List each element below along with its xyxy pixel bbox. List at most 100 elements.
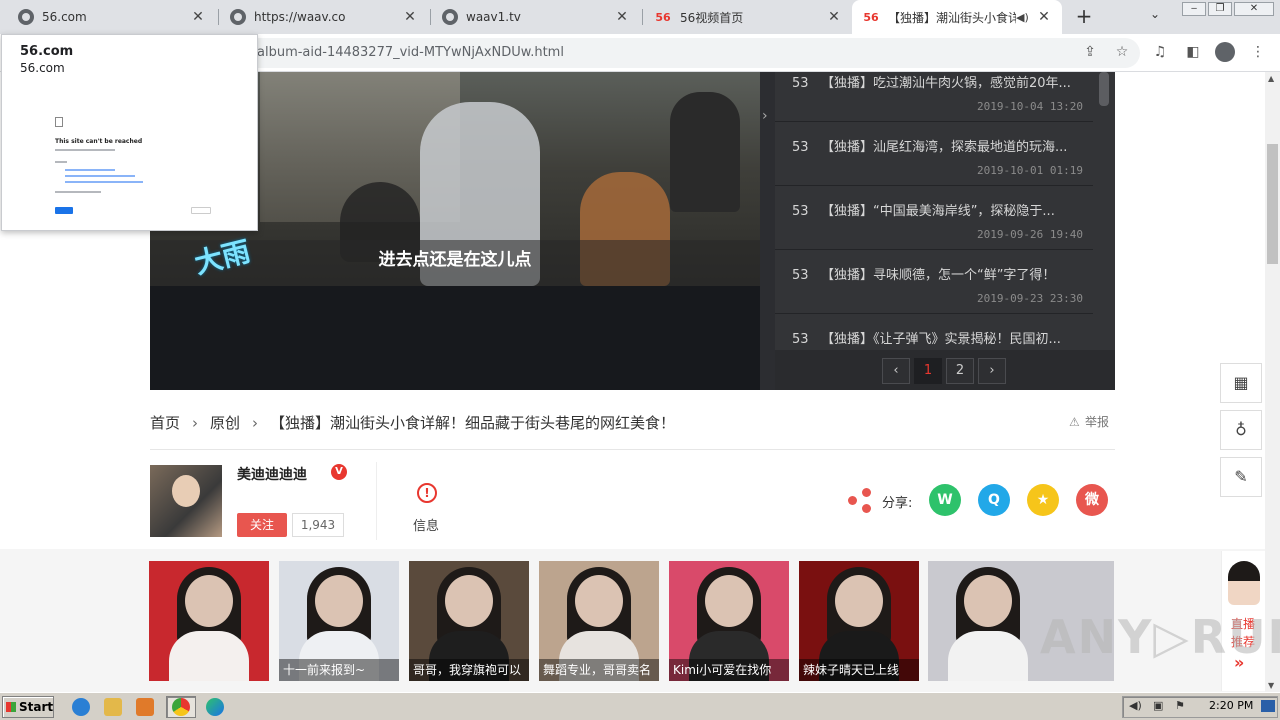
url-text[interactable]: album-aid-14483277_vid-MTYwNjAxNDUw.html bbox=[257, 45, 564, 60]
edge-icon[interactable] bbox=[206, 698, 224, 716]
uploader-name[interactable]: 美迪迪迪迪 bbox=[237, 464, 307, 484]
network-icon[interactable]: ▣ bbox=[1153, 699, 1163, 712]
page-scrollbar[interactable]: ▲ ▼ bbox=[1265, 72, 1280, 692]
menu-kebab-icon[interactable]: ⋮ bbox=[1248, 42, 1268, 62]
edit-button[interactable]: ✎ bbox=[1220, 457, 1262, 497]
thumbnail-caption: Kimi小可爱在找你 bbox=[669, 659, 789, 681]
recommend-thumbnail[interactable]: Kimi小可爱在找你 bbox=[669, 561, 789, 681]
playlist-item[interactable]: 53 【独播】吃过潮汕牛肉火锅，感觉前20年... 2019-10-04 13:… bbox=[775, 72, 1093, 122]
qzone-share-icon[interactable]: ★ bbox=[1027, 484, 1059, 516]
uploader-avatar[interactable] bbox=[150, 465, 222, 537]
tab-active-video[interactable]: 56 【独播】潮汕街头小食详解 ◀) ✕ bbox=[852, 0, 1062, 34]
speaker-icon[interactable]: ◀) bbox=[1016, 11, 1030, 24]
profile-avatar-icon[interactable] bbox=[1215, 42, 1235, 62]
preview-line bbox=[65, 175, 135, 177]
flag-icon[interactable]: ⚑ bbox=[1175, 699, 1185, 712]
window-close-icon[interactable]: ✕ bbox=[1234, 2, 1274, 16]
recommend-thumbnail[interactable]: 十一前来报到~ bbox=[279, 561, 399, 681]
close-icon[interactable]: ✕ bbox=[826, 9, 842, 25]
warning-icon: ⚠ bbox=[1069, 415, 1080, 429]
tab-title: 56.com bbox=[42, 10, 87, 24]
close-icon[interactable]: ✕ bbox=[190, 9, 206, 25]
playlist-item[interactable]: 53 【独播】“中国最美海岸线”，探秘隐于... 2019-09-26 19:4… bbox=[775, 186, 1093, 250]
playlist-item-date: 2019-10-01 01:19 bbox=[977, 164, 1083, 177]
page-2-button[interactable]: 2 bbox=[946, 358, 974, 384]
thumb-face bbox=[705, 575, 753, 627]
breadcrumb-category[interactable]: 原创 bbox=[210, 414, 240, 432]
info-alert-icon[interactable]: ! bbox=[417, 483, 437, 503]
preview-title: 56.com bbox=[20, 44, 74, 59]
share-icon bbox=[848, 488, 872, 513]
scroll-down-icon[interactable]: ▼ bbox=[1268, 681, 1274, 690]
thumb-face bbox=[185, 575, 233, 627]
share-label: 分享: bbox=[882, 496, 913, 511]
ie-icon[interactable] bbox=[72, 698, 90, 716]
tab-title: 【独播】潮汕街头小食详解 bbox=[888, 10, 1016, 25]
prev-page-button[interactable]: ‹ bbox=[882, 358, 910, 384]
close-icon[interactable]: ✕ bbox=[614, 9, 630, 25]
thumb-face bbox=[964, 575, 1012, 627]
tab-search-chevron-icon[interactable]: ⌄ bbox=[1150, 7, 1160, 21]
tab-56-home[interactable]: 56 56视频首页 ✕ bbox=[644, 0, 852, 34]
breadcrumb-home[interactable]: 首页 bbox=[150, 414, 180, 432]
wechat-share-icon[interactable]: W bbox=[929, 484, 961, 516]
globe-icon bbox=[442, 9, 458, 25]
scrollbar-thumb[interactable] bbox=[1267, 144, 1278, 264]
playlist-item-title: 53 【独播】汕尾红海湾，探索最地道的玩海... bbox=[792, 140, 1068, 155]
follow-button[interactable]: 关注 bbox=[237, 513, 287, 537]
close-icon[interactable]: ✕ bbox=[1036, 9, 1052, 25]
close-icon[interactable]: ✕ bbox=[402, 9, 418, 25]
thumbnail-caption: 辣妹子晴天已上线 bbox=[799, 659, 919, 681]
qq-share-icon[interactable]: Q bbox=[978, 484, 1010, 516]
share-page-icon[interactable]: ⇪ bbox=[1080, 42, 1100, 62]
playlist-scrollbar[interactable] bbox=[1099, 72, 1109, 106]
next-page-button[interactable]: › bbox=[978, 358, 1006, 384]
scene-person bbox=[670, 92, 740, 212]
side-panel-icon[interactable]: ◧ bbox=[1183, 42, 1203, 62]
bookmark-star-icon[interactable]: ☆ bbox=[1112, 42, 1132, 62]
playlist-toggle[interactable]: › bbox=[760, 72, 775, 390]
recommend-thumbnail[interactable]: 哥哥，我穿旗袍可以 bbox=[409, 561, 529, 681]
chevron-right-icon: › bbox=[192, 414, 199, 432]
tab-56com[interactable]: 56.com ✕ bbox=[8, 0, 216, 34]
breadcrumb: 首页 › 原创 › 【独播】潮汕街头小食详解！细品藏于街头巷尾的网红美食！ bbox=[150, 412, 683, 433]
playlist-item-date: 2019-10-04 13:20 bbox=[977, 100, 1083, 113]
minimize-icon[interactable]: ‒ bbox=[1182, 2, 1206, 16]
scroll-up-icon[interactable]: ▲ bbox=[1268, 74, 1274, 83]
thumb-face bbox=[575, 575, 623, 627]
playlist-item[interactable]: 53 【独播】汕尾红海湾，探索最地道的玩海... 2019-10-01 01:1… bbox=[775, 122, 1093, 186]
preview-line bbox=[55, 149, 115, 151]
tab-waav[interactable]: https://waav.co ✕ bbox=[220, 0, 428, 34]
new-tab-button[interactable]: + bbox=[1072, 5, 1096, 29]
recommend-thumbnail[interactable] bbox=[149, 561, 269, 681]
preview-subtitle: 56.com bbox=[20, 61, 65, 75]
recommend-thumbnail[interactable]: 舞蹈专业，哥哥卖名 bbox=[539, 561, 659, 681]
restore-icon[interactable]: ❐ bbox=[1208, 2, 1232, 16]
media-player-icon[interactable] bbox=[136, 698, 154, 716]
recommend-thumbnail[interactable]: 辣妹子晴天已上线 bbox=[799, 561, 919, 681]
explorer-folder-icon[interactable] bbox=[104, 698, 122, 716]
live-avatar bbox=[1228, 561, 1260, 605]
thumbnail-caption: 哥哥，我穿旗袍可以 bbox=[409, 659, 529, 681]
report-button[interactable]: ⚠ 举报 bbox=[1069, 413, 1109, 430]
thumb-face bbox=[445, 575, 493, 627]
volume-icon[interactable]: ◀) bbox=[1129, 699, 1142, 712]
idea-button[interactable]: ♁ bbox=[1220, 410, 1262, 450]
start-button[interactable]: Start bbox=[2, 696, 54, 718]
media-control-icon[interactable]: ♫ bbox=[1150, 42, 1170, 62]
info-label[interactable]: 信息 bbox=[413, 515, 439, 534]
show-desktop-icon[interactable] bbox=[1261, 700, 1275, 712]
playlist-item-date: 2019-09-26 19:40 bbox=[977, 228, 1083, 241]
page-1-button[interactable]: 1 bbox=[914, 358, 942, 384]
qrcode-button[interactable]: ▦ bbox=[1220, 363, 1262, 403]
playlist-panel: 53 【独播】吃过潮汕牛肉火锅，感觉前20年... 2019-10-04 13:… bbox=[775, 72, 1115, 390]
tab-strip: 56.com ✕ https://waav.co ✕ waav1.tv ✕ 56… bbox=[0, 0, 1280, 34]
preview-line bbox=[65, 169, 115, 171]
tab-waav1[interactable]: waav1.tv ✕ bbox=[432, 0, 640, 34]
report-label: 举报 bbox=[1085, 415, 1110, 429]
playlist-item[interactable]: 53 【独播】寻味顺德，怎一个“鲜”字了得！ 2019-09-23 23:30 bbox=[775, 250, 1093, 314]
windows-taskbar: Start ◀) ▣ ⚑ bbox=[0, 692, 1280, 720]
weibo-share-icon[interactable]: 微 bbox=[1076, 484, 1108, 516]
thumbnail-caption: 舞蹈专业，哥哥卖名 bbox=[539, 659, 659, 681]
tab-separator bbox=[642, 9, 643, 25]
